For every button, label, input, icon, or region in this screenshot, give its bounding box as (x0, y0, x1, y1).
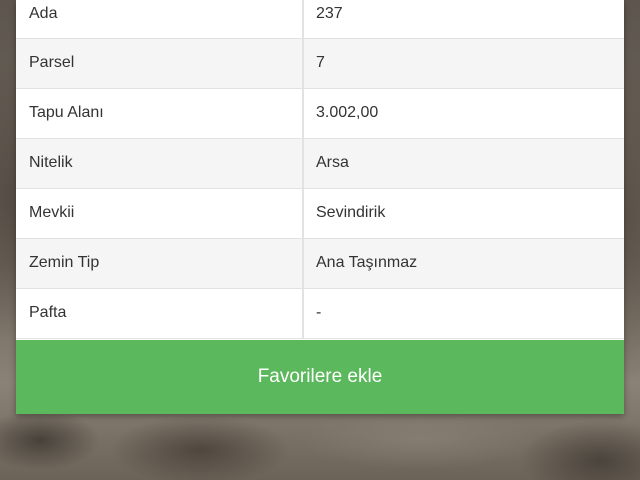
row-label-mevkii: Mevkii (16, 188, 304, 239)
row-value-tapu-alani: 3.002,00 (303, 88, 624, 139)
row-value-mevkii: Sevindirik (303, 188, 624, 239)
table-row-pafta: Pafta - (16, 288, 624, 339)
row-label-zemin-tip: Zemin Tip (16, 238, 304, 289)
table-row-parsel: Parsel 7 (16, 38, 624, 89)
row-label-parsel: Parsel (16, 38, 304, 89)
row-value-pafta: - (303, 288, 624, 339)
row-label-pafta: Pafta (16, 288, 304, 339)
table-row-zemin-tip: Zemin Tip Ana Taşınmaz (16, 238, 624, 289)
table-row-tapu-alani: Tapu Alanı 3.002,00 (16, 88, 624, 139)
row-label-tapu-alani: Tapu Alanı (16, 88, 304, 139)
parcel-info-sheet: Ada 237 Parsel 7 Tapu Alanı 3.002,00 Nit… (16, 0, 624, 414)
parcel-info-table: Ada 237 Parsel 7 Tapu Alanı 3.002,00 Nit… (16, 0, 624, 339)
row-value-parsel: 7 (303, 38, 624, 89)
row-label-ada: Ada (16, 0, 304, 39)
table-row-nitelik: Nitelik Arsa (16, 138, 624, 189)
row-label-nitelik: Nitelik (16, 138, 304, 189)
row-value-ada: 237 (303, 0, 624, 39)
row-value-zemin-tip: Ana Taşınmaz (303, 238, 624, 289)
row-value-nitelik: Arsa (303, 138, 624, 189)
table-row-ada: Ada 237 (16, 0, 624, 39)
add-to-favorites-button[interactable]: Favorilere ekle (16, 340, 624, 414)
table-row-mevkii: Mevkii Sevindirik (16, 188, 624, 239)
